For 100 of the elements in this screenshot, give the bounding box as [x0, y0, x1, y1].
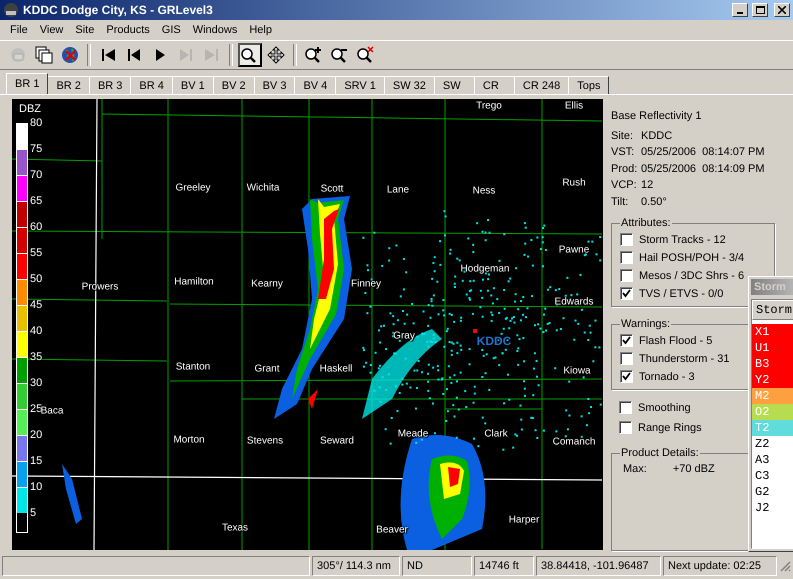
county-label: Ness — [472, 186, 496, 196]
menu-item[interactable]: GIS — [156, 24, 187, 36]
minimize-button[interactable] — [732, 3, 748, 17]
tab[interactable]: SW 32 — [384, 76, 435, 94]
county-label: Grant — [254, 364, 280, 374]
county-label: Clark — [484, 428, 508, 440]
info-value: KDDC — [641, 128, 672, 144]
checkbox[interactable] — [620, 287, 633, 300]
globe-icon — [61, 46, 79, 64]
app-icon — [3, 2, 19, 18]
tab[interactable]: BR 3 — [88, 76, 132, 94]
checkbox[interactable] — [620, 269, 633, 282]
checkbox-label: Hail POSH/POH - 3/4 — [639, 252, 744, 264]
info-label: VST: — [611, 145, 636, 160]
storm-row[interactable]: B3 — [752, 356, 793, 372]
checkbox-label: Storm Tracks - 12 — [639, 234, 726, 246]
group-title: Attributes: — [620, 217, 672, 229]
product-name: Base Reflectivity 1 — [611, 109, 702, 124]
scale-label: 75 — [30, 143, 42, 157]
checkbox[interactable] — [620, 334, 633, 347]
menu-item[interactable]: Site — [69, 24, 100, 36]
detail-label: Max: — [623, 463, 647, 475]
tab[interactable]: BR 1 — [6, 73, 48, 94]
county-label: Kearny — [251, 278, 283, 290]
scale-label: 25 — [30, 403, 42, 417]
tab[interactable]: Tops — [568, 76, 610, 94]
county-label: Haskell — [320, 364, 352, 374]
checkbox-label: Thunderstorm - 31 — [639, 352, 730, 364]
checkbox[interactable] — [619, 421, 632, 434]
column-header[interactable]: Storm — [752, 300, 793, 320]
status-text: Next update: 02:25 — [663, 556, 777, 576]
county-label: Lane — [386, 184, 410, 196]
status-text: ND — [402, 556, 472, 576]
menu-item[interactable]: Products — [100, 24, 156, 36]
tab[interactable]: BV 1 — [172, 76, 214, 94]
county-label: Meade — [398, 428, 428, 440]
checkbox[interactable] — [619, 401, 632, 414]
menu-item[interactable]: Help — [243, 24, 278, 36]
checkbox[interactable] — [620, 251, 633, 264]
move-icon — [267, 46, 285, 64]
radar-site-label: KDDC — [476, 334, 512, 348]
radar-map[interactable] — [12, 99, 603, 550]
tab[interactable]: CR — [474, 76, 515, 94]
info-label: Tilt: — [611, 194, 630, 210]
tab[interactable]: BR 4 — [130, 76, 173, 94]
step-forward-icon — [178, 48, 194, 62]
disk-icon — [9, 46, 27, 64]
info-label: Prod: — [611, 162, 638, 176]
county-label: Harper — [508, 514, 540, 526]
county-label: Rush — [562, 178, 586, 188]
tab[interactable]: CR 248 — [514, 76, 570, 94]
county-label: Kiowa — [563, 366, 591, 376]
checkbox-label: TVS / ETVS - 0/0 — [639, 288, 724, 300]
scale-label: 50 — [30, 273, 42, 287]
detail-value: +70 dBZ — [672, 463, 715, 475]
scale-label: 40 — [30, 325, 42, 339]
county-label: Stevens — [246, 436, 284, 446]
tab[interactable]: BV 3 — [254, 76, 296, 94]
scale-label: 5 — [30, 507, 38, 521]
tab[interactable]: BV 4 — [294, 76, 336, 94]
menu-item[interactable]: View — [34, 24, 70, 36]
county-label: Gray — [393, 330, 415, 342]
window-title: KDDC Dodge City, KS - GRLevel3 — [23, 3, 214, 17]
tab[interactable]: BV 2 — [212, 76, 255, 94]
info-value: 12 — [641, 178, 654, 193]
county-label: Morton — [173, 434, 205, 446]
legend-title: DBZ — [19, 103, 42, 115]
step-back-icon — [126, 48, 142, 62]
checkbox[interactable] — [620, 352, 633, 365]
menu-item[interactable]: Windows — [186, 24, 244, 36]
county-label: Seward — [320, 436, 354, 446]
radar-site-icon — [473, 329, 477, 333]
scale-label: 55 — [30, 247, 42, 261]
scale-label: 45 — [30, 299, 42, 313]
storm-row[interactable]: X1 — [752, 324, 793, 340]
menu-item[interactable]: File — [4, 24, 34, 36]
county-label: Pawne — [558, 244, 590, 256]
storm-row[interactable]: Y2 — [752, 372, 793, 388]
skip-back-icon — [100, 48, 116, 62]
storm-row[interactable]: U1 — [752, 340, 793, 356]
maximize-button[interactable] — [752, 3, 768, 17]
info-value: 05/25/2006 08:14:07 PM — [641, 145, 765, 160]
close-button[interactable] — [774, 3, 790, 17]
county-label: Greeley — [176, 182, 210, 194]
zoom-in-icon — [304, 46, 324, 64]
checkbox[interactable] — [620, 370, 633, 383]
tab[interactable]: SRV 1 — [335, 76, 385, 94]
checkbox[interactable] — [620, 233, 633, 246]
zoom-out-icon — [330, 46, 350, 64]
checkbox-label: Tornado - 3 — [639, 370, 695, 382]
info-value: 0.50° — [641, 194, 667, 210]
toolbar-button[interactable] — [238, 43, 262, 67]
resize-grip-icon[interactable] — [779, 560, 791, 572]
checkbox-label: Flash Flood - 5 — [639, 334, 712, 346]
info-label: VCP: — [611, 178, 638, 193]
county-label: Ellis — [564, 100, 584, 112]
tab[interactable]: SW — [434, 76, 475, 94]
group-title: Warnings: — [620, 318, 672, 330]
county-label: Wichita — [246, 182, 280, 194]
county-label: Hodgeman — [460, 264, 510, 274]
